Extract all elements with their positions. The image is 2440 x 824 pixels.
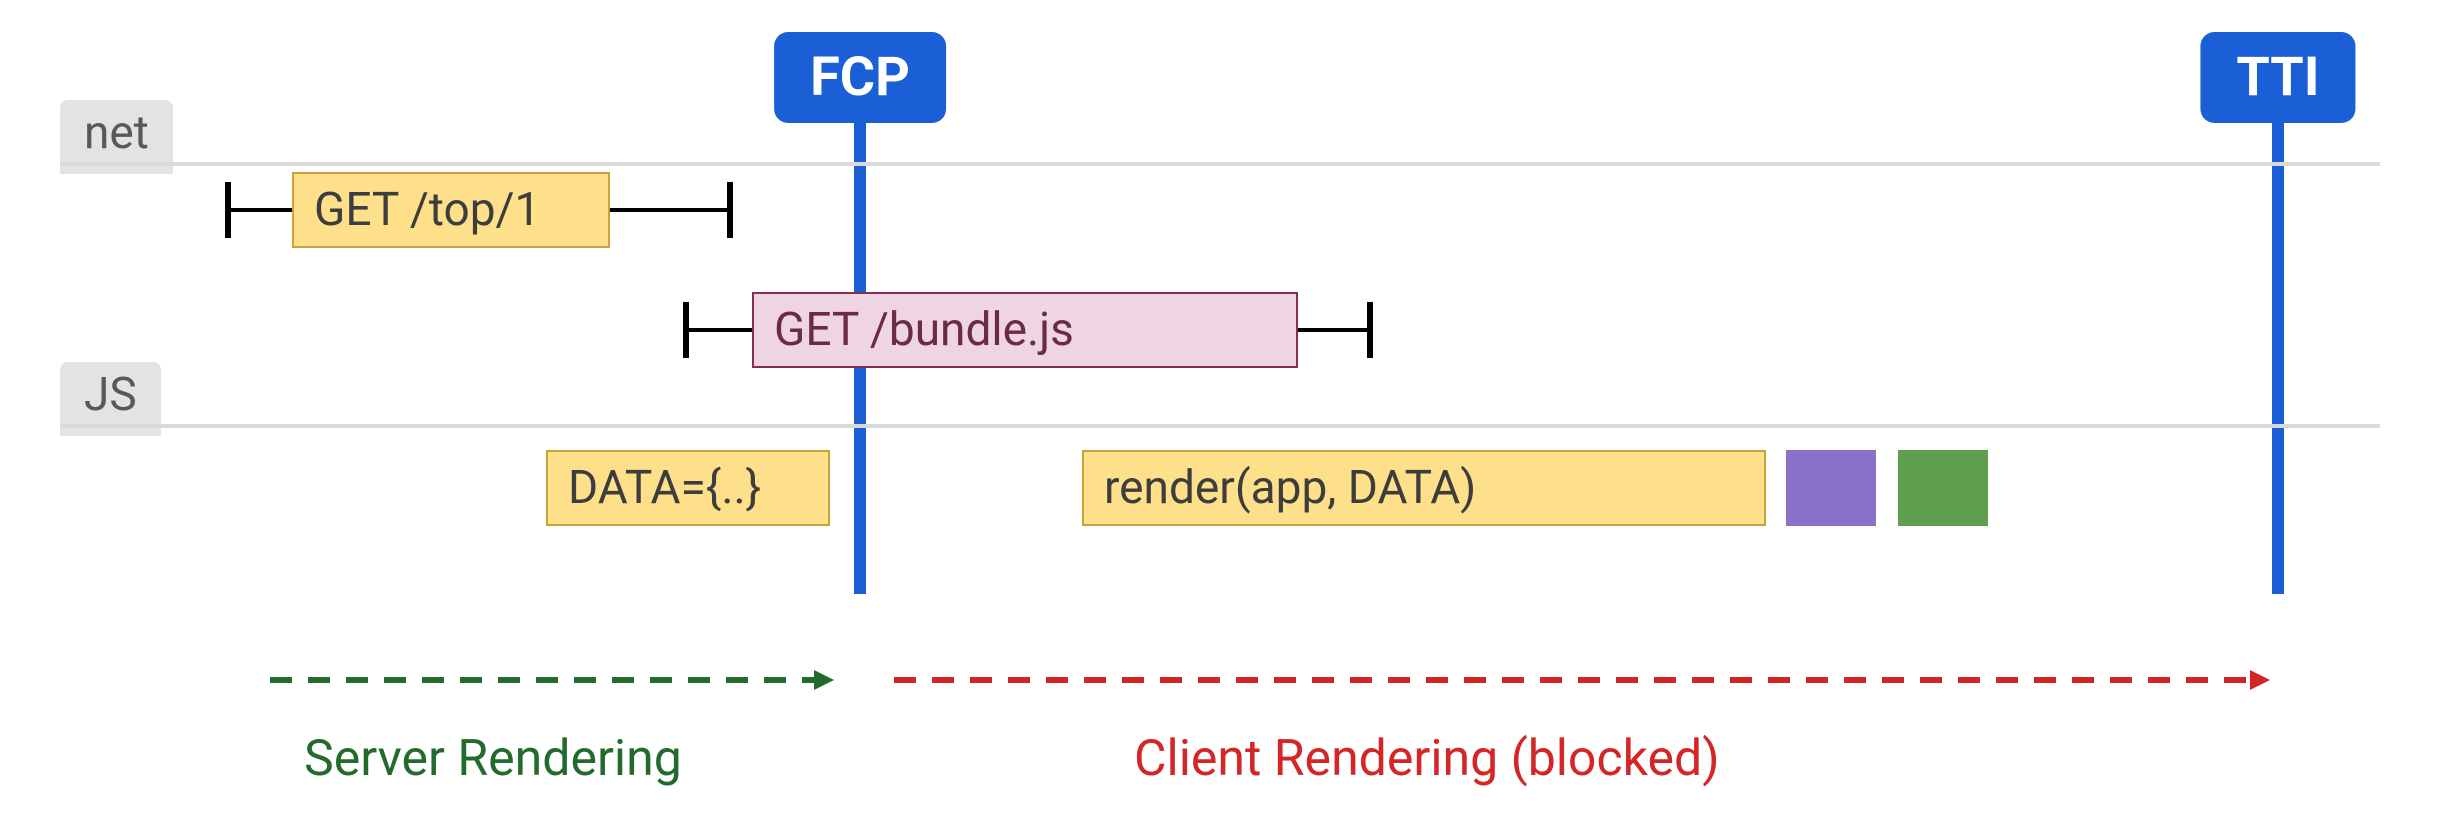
phase-client-label: Client Rendering (blocked) [1134, 730, 1720, 788]
rendering-timeline-diagram: FCP TTI net JS GET /top/1 GET /bundle.js… [0, 0, 2440, 824]
js-task-purple-block [1786, 450, 1876, 526]
phase-server-label: Server Rendering [304, 730, 682, 788]
net-request-bundle: GET /bundle.js [752, 292, 1298, 368]
js-task-data: DATA={..} [546, 450, 830, 526]
net-request-top: GET /top/1 [292, 172, 610, 248]
js-task-green-block [1898, 450, 1988, 526]
js-task-render: render(app, DATA) [1082, 450, 1766, 526]
milestone-tti-line [2272, 122, 2284, 594]
net-top-whisker-end-cap [727, 182, 733, 238]
milestone-fcp-label: FCP [810, 46, 910, 109]
track-js-line [60, 424, 2380, 428]
net-bundle-whisker-end-cap [1367, 302, 1373, 358]
milestone-tti-flag: TTI [2200, 32, 2355, 123]
milestone-tti-label: TTI [2236, 46, 2319, 109]
milestone-fcp-flag: FCP [774, 32, 946, 123]
track-net-line [60, 162, 2380, 166]
